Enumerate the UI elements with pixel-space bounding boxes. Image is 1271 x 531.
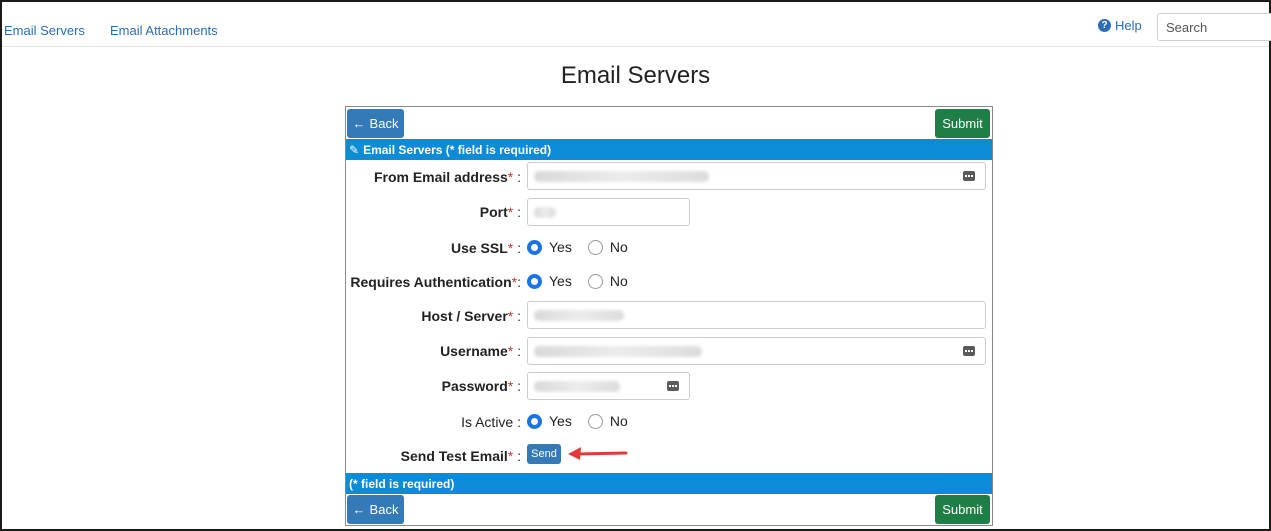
required-mark: * [507, 378, 514, 394]
submit-button-bottom[interactable]: Submit [935, 495, 990, 524]
radio-button[interactable] [587, 239, 603, 255]
search-input[interactable] [1157, 13, 1271, 41]
arrow-left-icon: ← [352, 502, 366, 517]
from-email-label-text: From Email address [373, 169, 508, 185]
username-label: Username* : [346, 343, 521, 359]
submit-button[interactable]: Submit [935, 109, 990, 138]
host-input[interactable] [527, 301, 986, 329]
is-active-label: Is Active : [346, 414, 521, 430]
is-active-yes-option[interactable]: Yes [527, 413, 572, 429]
arrow-left-icon: ← [352, 116, 366, 131]
radio-label: No [609, 273, 628, 289]
requires-auth-yes-option[interactable]: Yes [527, 273, 572, 289]
username-label-text: Username [440, 343, 508, 359]
email-server-form-panel: ← Back Submit ✎ Email Servers (* field i… [345, 106, 993, 526]
from-email-input[interactable] [527, 162, 986, 190]
use-ssl-label: Use SSL* : [346, 240, 521, 256]
from-email-label: From Email address* : [346, 169, 521, 185]
requires-auth-label: Requires Authentication*: [346, 274, 521, 290]
radio-label: No [609, 239, 628, 255]
back-button-label: Back [369, 502, 399, 517]
required-mark: * [507, 204, 514, 220]
use-ssl-radio-group: Yes No [527, 239, 644, 255]
radio-label: Yes [549, 239, 572, 255]
help-icon: ? [1098, 19, 1111, 32]
requires-auth-label-text: Requires Authentication [350, 274, 512, 290]
label-colon: : [517, 308, 521, 324]
label-colon: : [517, 414, 521, 430]
label-colon: : [517, 274, 521, 290]
radio-button[interactable] [587, 273, 603, 289]
back-button[interactable]: ← Back [347, 109, 404, 138]
redacted-value [534, 381, 620, 392]
form-footer-text: (* field is required) [349, 476, 455, 491]
required-mark: * [507, 343, 514, 359]
nav-link-email-servers[interactable]: Email Servers [4, 23, 85, 38]
is-active-label-text: Is Active [461, 414, 514, 430]
port-label: Port* : [346, 204, 521, 220]
radio-label: Yes [549, 413, 572, 429]
label-colon: : [517, 343, 521, 359]
label-colon: : [517, 204, 521, 220]
host-label-text: Host / Server [421, 308, 508, 324]
required-mark: * [507, 308, 514, 324]
send-test-email-label: Send Test Email* : [346, 448, 521, 464]
autofill-icon[interactable] [963, 171, 975, 181]
radio-button[interactable] [527, 413, 542, 429]
back-button-label: Back [369, 116, 399, 131]
password-input[interactable] [527, 372, 690, 400]
send-test-email-button[interactable]: Send [527, 444, 561, 464]
top-navigation: Email Servers Email Attachments ? Help [2, 2, 1271, 47]
required-mark: * [507, 240, 514, 256]
radio-label: Yes [549, 273, 572, 289]
help-label: Help [1115, 18, 1142, 33]
redacted-value [534, 310, 624, 321]
required-mark: * [507, 448, 514, 464]
radio-button[interactable] [527, 239, 542, 255]
radio-button[interactable] [527, 273, 542, 289]
requires-auth-radio-group: Yes No [527, 273, 644, 289]
help-link[interactable]: ? Help [1098, 18, 1142, 33]
is-active-radio-group: Yes No [527, 413, 644, 429]
label-colon: : [517, 448, 521, 464]
redacted-value [534, 346, 702, 357]
label-colon: : [517, 240, 521, 256]
form-header-text: Email Servers (* field is required) [363, 142, 552, 157]
redacted-value [534, 207, 556, 218]
host-label: Host / Server* : [346, 308, 521, 324]
send-test-email-label-text: Send Test Email [400, 448, 508, 464]
port-input[interactable] [527, 198, 690, 226]
annotation-arrow-icon [568, 447, 628, 460]
use-ssl-yes-option[interactable]: Yes [527, 239, 572, 255]
autofill-icon[interactable] [667, 381, 679, 391]
password-label: Password* : [346, 378, 521, 394]
radio-label: No [609, 413, 628, 429]
page-title: Email Servers [560, 62, 711, 89]
radio-button[interactable] [587, 413, 603, 429]
label-colon: : [517, 378, 521, 394]
redacted-value [534, 171, 709, 182]
form-footer-band: (* field is required) [346, 473, 992, 494]
is-active-no-option[interactable]: No [587, 413, 628, 429]
form-header-band: ✎ Email Servers (* field is required) [346, 139, 992, 160]
username-input[interactable] [527, 337, 986, 365]
autofill-icon[interactable] [963, 346, 975, 356]
label-colon: : [517, 169, 521, 185]
nav-link-email-attachments[interactable]: Email Attachments [110, 23, 218, 38]
password-label-text: Password [441, 378, 508, 394]
requires-auth-no-option[interactable]: No [587, 273, 628, 289]
use-ssl-no-option[interactable]: No [587, 239, 628, 255]
back-button-bottom[interactable]: ← Back [347, 495, 404, 524]
port-label-text: Port [479, 204, 508, 220]
pencil-icon: ✎ [349, 142, 360, 157]
required-mark: * [507, 169, 514, 185]
use-ssl-label-text: Use SSL [450, 240, 508, 256]
